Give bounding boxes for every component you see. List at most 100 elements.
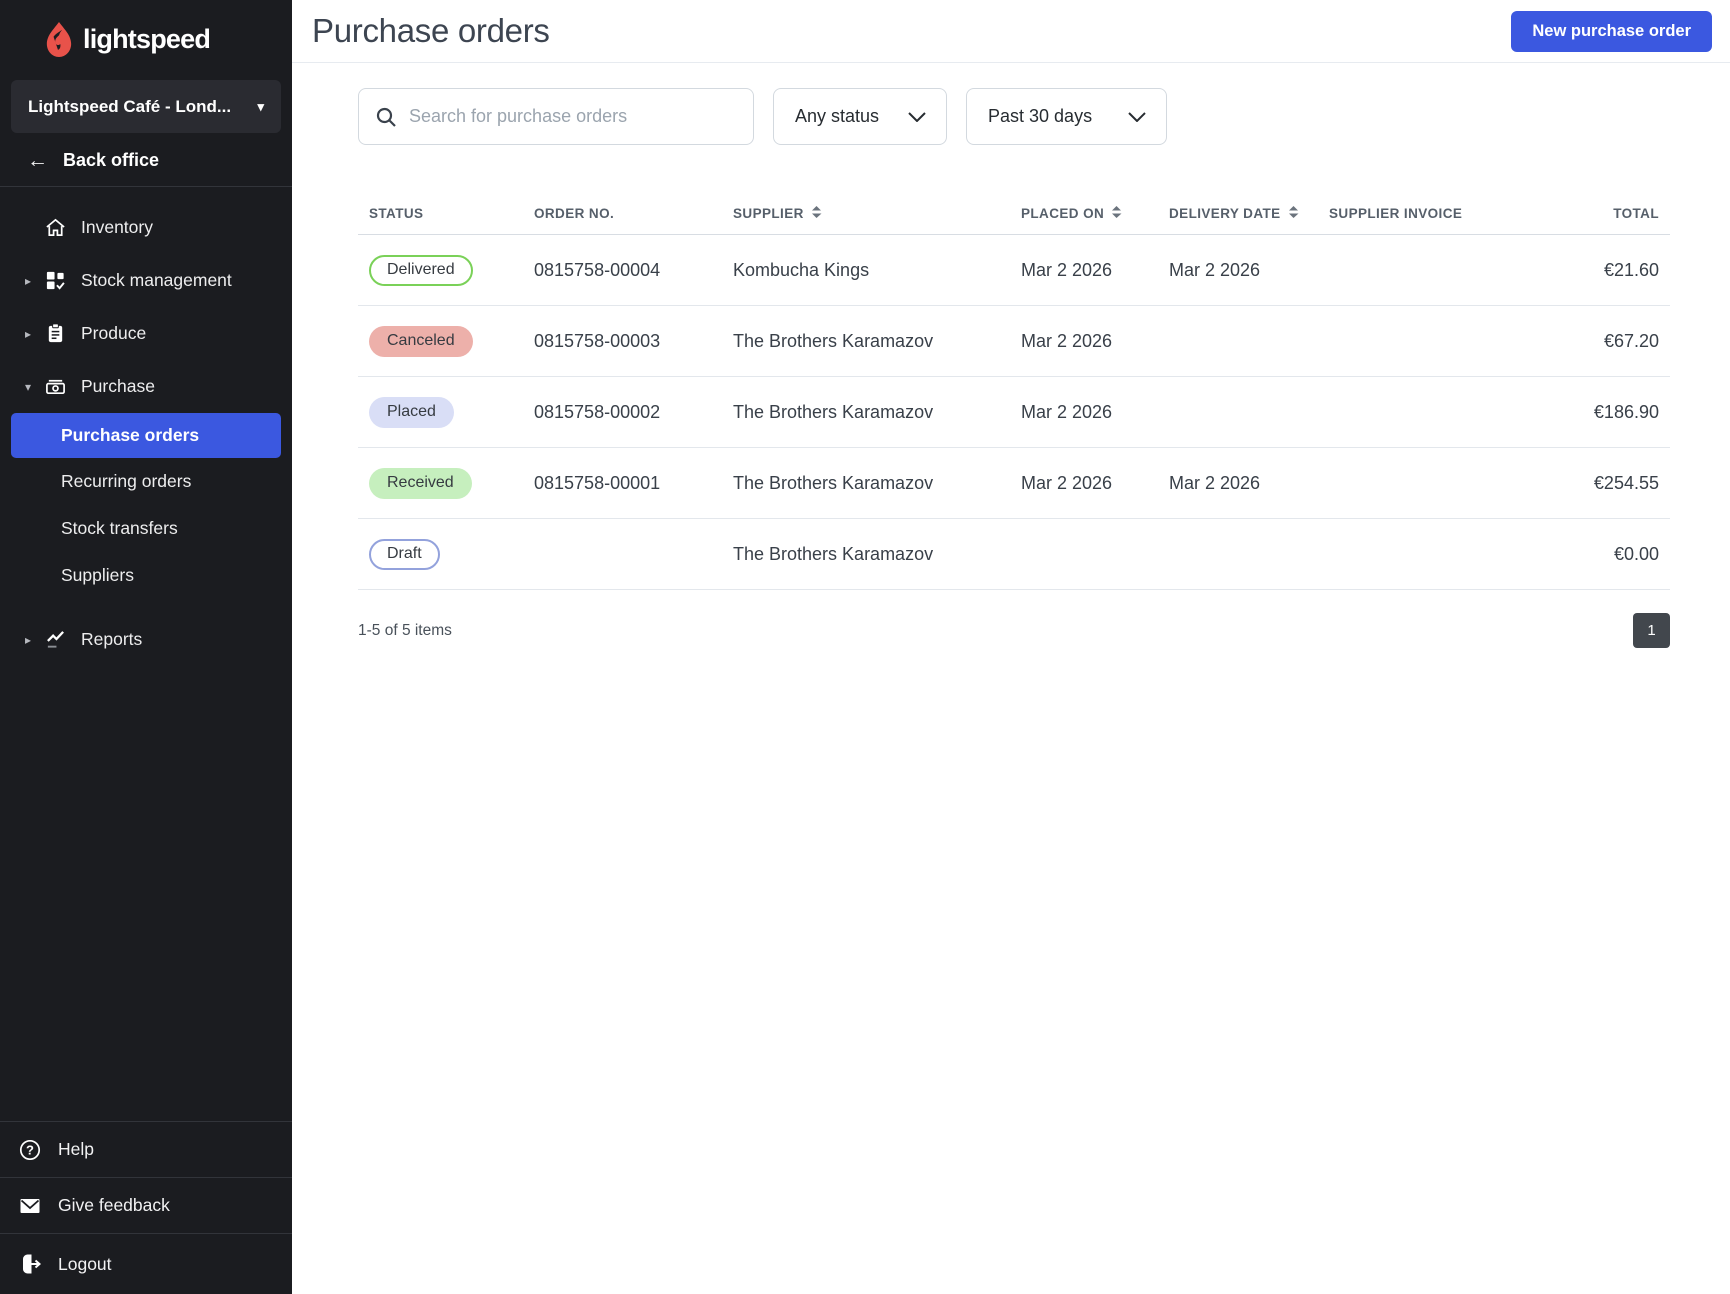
nav-gap [0,599,292,613]
items-count-label: 1-5 of 5 items [358,622,452,640]
content: Any status Past 30 days STATUSORDER NO.S… [292,63,1730,648]
status-badge: Draft [369,539,440,570]
sidebar-item-label: Purchase [81,376,155,397]
location-selector[interactable]: Lightspeed Café - Lond... ▾ [11,80,281,133]
sidebar-footer-give-feedback[interactable]: Give feedback [0,1177,292,1233]
cell-placed-on: Mar 2 2026 [1021,473,1169,494]
app-root: lightspeed Lightspeed Café - Lond... ▾ ←… [0,0,1730,1294]
chevron-collapsed-icon[interactable]: ▸ [25,274,35,288]
chevron-down-icon: ▾ [257,99,264,115]
table-row[interactable]: Draft The Brothers Karamazov €0.00 [358,519,1670,590]
lightspeed-flame-icon [45,22,73,57]
cell-order-no: 0815758-00004 [534,260,733,281]
date-filter-value: Past 30 days [988,106,1092,127]
sort-icon[interactable] [1111,206,1122,221]
sidebar-item-label: Recurring orders [61,471,191,492]
cell-supplier: The Brothers Karamazov [733,473,1021,494]
sidebar-footer-label: Logout [58,1254,112,1275]
cell-total: €254.55 [1519,473,1659,494]
status-filter-value: Any status [795,106,879,127]
cell-delivery-date: Mar 2 2026 [1169,260,1329,281]
column-header-delivery-date[interactable]: DELIVERY DATE [1169,206,1329,221]
sidebar-item-produce[interactable]: ▸ Produce [0,307,292,360]
cell-status: Received [369,468,534,499]
column-header-label: DELIVERY DATE [1169,206,1281,221]
page-title: Purchase orders [312,12,550,50]
sidebar-item-purchase[interactable]: ▾ Purchase [0,360,292,413]
pagination-page-1-button[interactable]: 1 [1633,613,1670,648]
chevron-collapsed-icon[interactable]: ▸ [25,633,35,647]
status-filter-dropdown[interactable]: Any status [773,88,947,145]
cell-supplier: The Brothers Karamazov [733,544,1021,565]
search-input[interactable] [409,106,737,127]
sidebar-item-recurring-orders[interactable]: Recurring orders [0,458,292,505]
cell-status: Delivered [369,255,534,286]
cell-supplier: Kombucha Kings [733,260,1021,281]
table-row[interactable]: Delivered0815758-00004Kombucha Kings Mar … [358,235,1670,306]
table-footer: 1-5 of 5 items 1 [358,613,1670,648]
cell-delivery-date: Mar 2 2026 [1169,473,1329,494]
cell-total: €0.00 [1519,544,1659,565]
sidebar-item-stock-transfers[interactable]: Stock transfers [0,505,292,552]
reports-icon [45,629,66,650]
sidebar: lightspeed Lightspeed Café - Lond... ▾ ←… [0,0,292,1294]
lightspeed-logo: lightspeed [0,0,292,64]
table-row[interactable]: Received 0815758-00001The Brothers Karama… [358,448,1670,519]
cell-placed-on: Mar 2 2026 [1021,331,1169,352]
sidebar-footer-label: Give feedback [58,1195,170,1216]
sidebar-item-label: Inventory [81,217,153,238]
column-header-placed-on[interactable]: PLACED ON [1021,206,1169,221]
search-icon [375,106,397,128]
chevron-expanded-icon[interactable]: ▾ [25,380,35,394]
logout-icon [19,1253,41,1275]
cell-order-no: 0815758-00002 [534,402,733,423]
status-badge: Canceled [369,326,473,357]
column-header-supplier-invoice: SUPPLIER INVOICE [1329,206,1519,221]
sidebar-item-purchase-orders[interactable]: Purchase orders [11,413,281,458]
column-header-label: SUPPLIER INVOICE [1329,206,1462,221]
sidebar-item-suppliers[interactable]: Suppliers [0,552,292,599]
cell-placed-on: Mar 2 2026 [1021,402,1169,423]
cell-status: Draft [369,539,534,570]
column-header-supplier[interactable]: SUPPLIER [733,206,1021,221]
cash-icon [45,376,66,397]
clipboard-icon [45,323,66,344]
chevron-down-icon [908,112,926,122]
sidebar-footer-logout[interactable]: Logout [0,1233,292,1294]
sidebar-footer-help[interactable]: ?Help [0,1121,292,1177]
date-filter-dropdown[interactable]: Past 30 days [966,88,1167,145]
cell-supplier: The Brothers Karamazov [733,331,1021,352]
status-badge: Placed [369,397,454,428]
sidebar-item-label: Produce [81,323,146,344]
cell-order-no: 0815758-00001 [534,473,733,494]
sidebar-footer: ?Help Give feedback Logout [0,1121,292,1294]
column-header-label: TOTAL [1613,206,1659,221]
new-purchase-order-button[interactable]: New purchase order [1511,11,1712,52]
sidebar-item-stock-management[interactable]: ▸Stock management [0,254,292,307]
back-office-link[interactable]: ← Back office [0,134,292,186]
cell-order-no: 0815758-00003 [534,331,733,352]
sort-icon[interactable] [811,206,822,221]
help-icon: ? [19,1139,41,1161]
status-badge: Received [369,468,472,499]
cell-total: €67.20 [1519,331,1659,352]
sidebar-nav: Inventory▸Stock management▸Produce▾Purch… [0,187,292,666]
sidebar-item-inventory[interactable]: Inventory [0,201,292,254]
table-row[interactable]: Placed0815758-00002The Brothers Karamazo… [358,377,1670,448]
home-icon [45,217,66,238]
back-office-label: Back office [63,150,159,171]
svg-text:?: ? [26,1142,34,1157]
toolbar: Any status Past 30 days [358,88,1670,145]
chevron-collapsed-icon[interactable]: ▸ [25,327,35,341]
table-row[interactable]: Canceled 0815758-00003The Brothers Karama… [358,306,1670,377]
sidebar-item-label: Stock transfers [61,518,178,539]
sidebar-item-label: Suppliers [61,565,134,586]
column-header-label: STATUS [369,206,423,221]
sort-icon[interactable] [1288,206,1299,221]
sidebar-item-reports[interactable]: ▸Reports [0,613,292,666]
table-body: Delivered0815758-00004Kombucha Kings Mar … [358,235,1670,590]
chevron-down-icon [1128,112,1146,122]
column-header-label: ORDER NO. [534,206,614,221]
cell-status: Canceled [369,326,534,357]
table-header-row: STATUS ORDER NO. SUPPLIERPLACED ONDELIVERY… [358,193,1670,235]
